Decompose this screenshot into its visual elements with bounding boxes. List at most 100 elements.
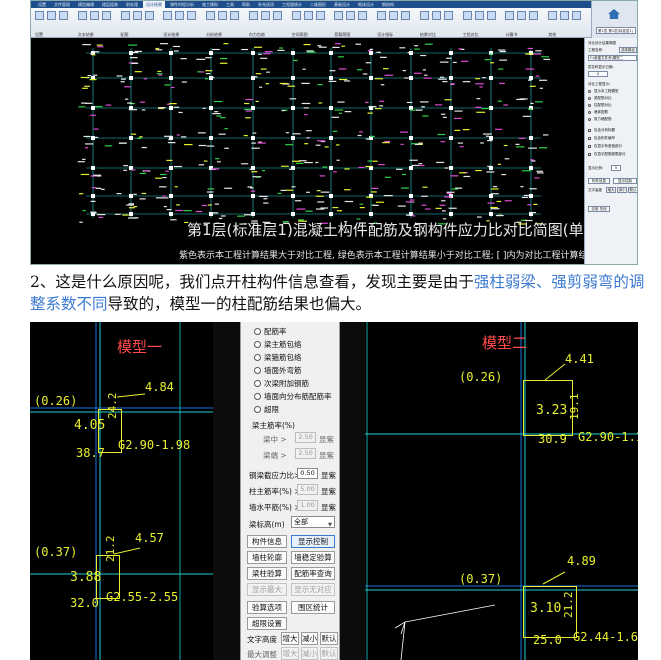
- ribbon-tool-icon[interactable]: [230, 11, 240, 20]
- ribbon-tool-icon[interactable]: [132, 11, 142, 20]
- ribbon-tool-icon[interactable]: [59, 11, 68, 20]
- beam-level-select[interactable]: 全部 ▼: [291, 516, 335, 528]
- ribbon-tab[interactable]: 帮助: [239, 1, 253, 8]
- apply-close-button[interactable]: 应用 关闭: [588, 206, 610, 212]
- ribbon-tab[interactable]: 工具: [223, 1, 237, 8]
- ribbon-tool-icon[interactable]: [272, 11, 282, 20]
- ribbon-tool-icon[interactable]: [443, 11, 453, 20]
- ribbon-tool-icon[interactable]: [505, 11, 515, 20]
- ribbon-tool-icon[interactable]: [187, 11, 197, 20]
- ribbon-tool-icon[interactable]: [206, 11, 216, 20]
- ribbon-tab[interactable]: 文件管理: [51, 1, 73, 8]
- beam-column-check-button[interactable]: 梁柱验算: [247, 567, 287, 580]
- ribbon-tab[interactable]: 基础设计: [331, 1, 353, 8]
- wall-ratio-field[interactable]: 1.00: [297, 500, 318, 511]
- ribbon-tool-icon[interactable]: [144, 11, 154, 20]
- radio-secondary-beam-rebar[interactable]: 次梁附加钢筋: [254, 378, 334, 390]
- radio-over-limit[interactable]: 超限: [254, 404, 334, 416]
- max-decrease-button[interactable]: 减小: [301, 647, 318, 660]
- radio-beam-stirrup-envelope[interactable]: 梁箍筋包络: [254, 352, 334, 364]
- compare-check-box[interactable]: [588, 129, 591, 132]
- ribbon-tool-icon[interactable]: [303, 11, 313, 20]
- show-max-button[interactable]: 显示最大: [247, 583, 287, 596]
- ribbon-tool-icon[interactable]: [120, 11, 130, 20]
- compare-option-radio[interactable]: [588, 104, 591, 107]
- ratio-field[interactable]: 5: [611, 165, 621, 171]
- compare-option-radio[interactable]: [588, 90, 591, 93]
- text-decrease-button[interactable]: 减小: [617, 187, 627, 193]
- ribbon-tool-icon[interactable]: [462, 11, 472, 20]
- ribbon-tool-icon[interactable]: [358, 11, 368, 20]
- radio-wall-out-of-plane[interactable]: 墙面外弯筋: [254, 365, 334, 377]
- compare-option-radio[interactable]: [588, 97, 591, 100]
- display-control-button[interactable]: 显示控制: [291, 535, 335, 548]
- radio-rebar-ratio[interactable]: 配筋率: [254, 326, 334, 338]
- ribbon-tool-icon[interactable]: [389, 11, 399, 20]
- browse-button[interactable]: 选择路径: [619, 47, 637, 53]
- ribbon-tool-icon[interactable]: [560, 11, 570, 20]
- ribbon-tool-icon[interactable]: [77, 11, 87, 20]
- ribbon-tab[interactable]: 钢结构: [379, 1, 397, 8]
- home-view-icon[interactable]: [608, 9, 620, 19]
- rebar-ratio-query-button[interactable]: 配筋率查询: [291, 567, 335, 580]
- ribbon-tool-icon[interactable]: [401, 11, 411, 20]
- limit-settings-button[interactable]: 超限设置: [247, 617, 287, 630]
- compare-check-box[interactable]: [588, 153, 591, 156]
- ribbon-tab[interactable]: 前处理: [123, 1, 141, 8]
- ribbon-tool-icon[interactable]: [377, 11, 387, 20]
- radio-beam-main-envelope[interactable]: 梁主筋包络: [254, 339, 334, 351]
- ribbon-tool-icon[interactable]: [218, 11, 228, 20]
- check-options-button[interactable]: 验算选项: [247, 601, 287, 614]
- column-ratio-field[interactable]: 5.00: [297, 484, 318, 495]
- ribbon-tool-icon[interactable]: [315, 11, 325, 20]
- ribbon-tab[interactable]: 模型编辑: [75, 1, 97, 8]
- steel-stress-field[interactable]: 0.50: [297, 468, 318, 479]
- wall-stability-button[interactable]: 墙稳定验算: [291, 551, 335, 564]
- ribbon-tool-icon[interactable]: [419, 11, 429, 20]
- ribbon-tool-icon[interactable]: [334, 11, 344, 20]
- text-decrease-button[interactable]: 减小: [301, 632, 318, 645]
- ribbon-tool-icon[interactable]: [175, 11, 185, 20]
- component-info-button[interactable]: 构件信息: [247, 535, 287, 548]
- ribbon-tool-icon[interactable]: [101, 11, 111, 20]
- ribbon-tool-icon[interactable]: [346, 11, 356, 20]
- beam-end-field[interactable]: 2.50: [295, 448, 316, 459]
- ribbon-tab[interactable]: 弹性时程分析: [167, 1, 197, 8]
- ribbon-tool-icon[interactable]: [431, 11, 441, 20]
- text-default-button[interactable]: 默认: [628, 187, 637, 193]
- compare-check-box[interactable]: [588, 145, 591, 148]
- floor-selector[interactable]: 第1层 第1层(标准层1): [596, 27, 636, 34]
- ribbon-tool-icon[interactable]: [517, 11, 527, 20]
- ribbon-tab[interactable]: 砌体设计: [355, 1, 377, 8]
- wall-outline-button[interactable]: 墙柱轮廓: [247, 551, 287, 564]
- display-control-button[interactable]: 显示控制: [613, 178, 637, 184]
- ribbon-tool-icon[interactable]: [529, 11, 539, 20]
- show-unmatched-button[interactable]: 显示无对应: [291, 583, 335, 596]
- ribbon-tool-icon[interactable]: [163, 11, 173, 20]
- radio-wall-distribution-ratio[interactable]: 墙面向分布筋配筋率: [254, 391, 334, 403]
- ribbon-tab[interactable]: 二维图形: [307, 1, 329, 8]
- ribbon-tab[interactable]: 楼层组装: [99, 1, 121, 8]
- ribbon-tool-icon[interactable]: [291, 11, 301, 20]
- ribbon-tool-icon[interactable]: [486, 11, 496, 20]
- ribbon-tool-icon[interactable]: [89, 11, 99, 20]
- max-default-button[interactable]: 默认: [320, 647, 338, 660]
- ribbon-tab[interactable]: 工程量统计: [279, 1, 305, 8]
- component-info-button[interactable]: 构件信息: [588, 178, 610, 184]
- compare-check-box[interactable]: [588, 137, 591, 140]
- ribbon-tab[interactable]: 设置: [35, 1, 49, 8]
- area-statistics-button[interactable]: 围区统计: [291, 601, 335, 614]
- ribbon-tool-icon[interactable]: [248, 11, 258, 20]
- ribbon-tool-icon[interactable]: [35, 11, 44, 20]
- ribbon-tab[interactable]: 施工模拟: [199, 1, 221, 8]
- ribbon-tool-icon[interactable]: [548, 11, 558, 20]
- ribbon-tool-icon[interactable]: [474, 11, 484, 20]
- text-default-button[interactable]: 默认: [320, 632, 338, 645]
- ribbon-tab[interactable]: 设计结果: [143, 1, 165, 8]
- text-increase-button[interactable]: 增大: [606, 187, 616, 193]
- layer-display-field[interactable]: 0: [588, 71, 608, 77]
- compare-option-radio[interactable]: [588, 111, 591, 114]
- ribbon-tab[interactable]: 补充选项: [255, 1, 277, 8]
- text-increase-button[interactable]: 增大: [281, 632, 299, 645]
- ribbon-tool-icon[interactable]: [47, 11, 56, 20]
